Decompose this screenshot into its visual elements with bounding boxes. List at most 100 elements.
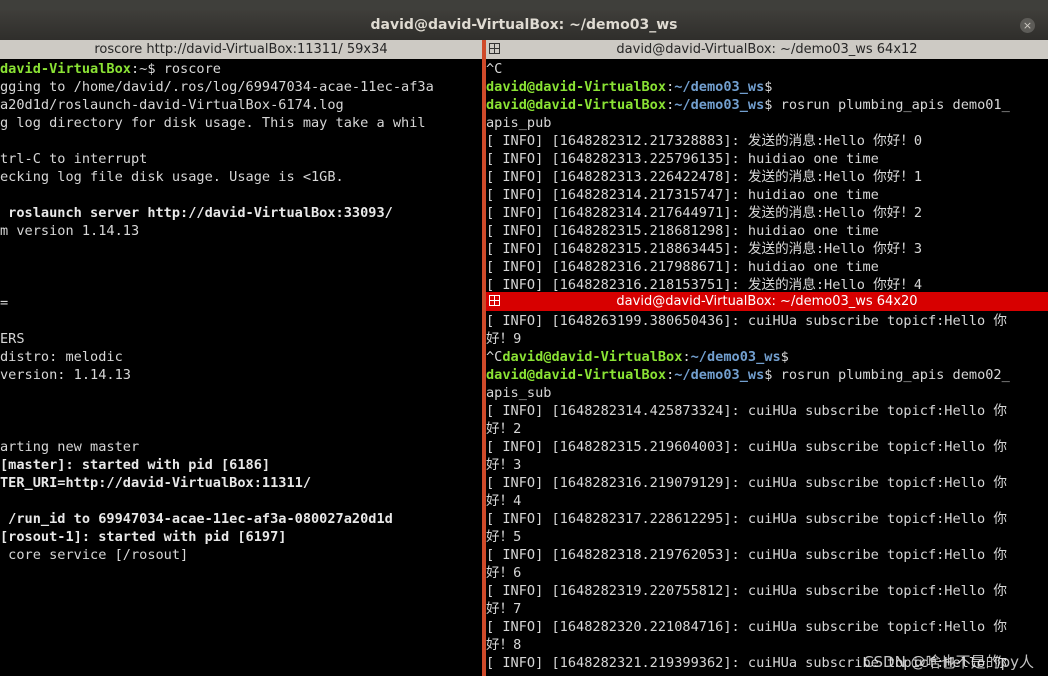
terminal-text: ecking log file disk usage. Usage is <1G… <box>0 169 344 185</box>
terminal-line: [master]: started with pid [6186] <box>0 456 270 474</box>
terminal-text: $ rosrun plumbing_apis demo01_ <box>764 97 1010 113</box>
terminal-line: 好！7 <box>486 600 521 618</box>
terminal-line: david@david-VirtualBox:~/demo03_ws$ rosr… <box>486 366 1010 384</box>
terminal-text: 好！9 <box>486 331 522 347</box>
terminal-text: ERS <box>0 331 25 347</box>
watermark: CSDN @啥也不是的py人 <box>863 653 1034 671</box>
terminal-text: 好！4 <box>486 493 522 509</box>
terminal-line: apis_pub <box>486 114 551 132</box>
terminal-text: [ INFO] [1648282314.217644971]: 发送的消息:He… <box>486 205 923 221</box>
terminal-line: [ INFO] [1648282313.225796135]: huidiao … <box>486 150 879 168</box>
split-icon[interactable] <box>489 295 500 306</box>
terminal-line: [ INFO] [1648282314.217644971]: 发送的消息:He… <box>486 204 922 222</box>
top-right-terminal[interactable]: ^C david@david-VirtualBox:~/demo03_ws$ dav… <box>486 59 1048 292</box>
terminal-text: gging to /home/david/.ros/log/69947034-a… <box>0 79 434 95</box>
terminal-text: 好！3 <box>486 457 522 473</box>
terminal-line: 好！9 <box>486 330 521 348</box>
terminal-text: $ <box>764 79 773 95</box>
terminal-line: 好！8 <box>486 636 521 654</box>
terminal-line: [ INFO] [1648282318.219762053]: cuiHUa s… <box>486 546 1007 564</box>
terminal-line: TER_URI=http://david-VirtualBox:11311/ <box>0 474 311 492</box>
terminal-text: ^C <box>486 349 503 365</box>
terminal-text: 好！2 <box>486 421 522 437</box>
terminal-text: [ INFO] [1648282315.218863445]: 发送的消息:He… <box>486 241 923 257</box>
window-title: david@david-VirtualBox: ~/demo03_ws <box>370 17 678 33</box>
terminal-text: $ <box>780 349 789 365</box>
terminal-text: ~/demo03_ws <box>674 367 765 383</box>
terminal-text: [ INFO] [1648282316.219079129]: cuiHUa s… <box>486 475 1008 491</box>
left-pane-header[interactable]: roscore http://david-VirtualBox:11311/ 5… <box>0 40 482 59</box>
terminal-line: distro: melodic <box>0 348 123 366</box>
terminal-line: [rosout-1]: started with pid [6197] <box>0 528 286 546</box>
terminal-line: [ INFO] [1648282314.217315747]: huidiao … <box>486 186 879 204</box>
terminal-text: g log directory for disk usage. This may… <box>0 115 426 131</box>
terminal-text: trl-C to interrupt <box>0 151 148 167</box>
terminal-text: david-VirtualBox <box>0 61 131 77</box>
terminal-line: [ INFO] [1648282316.219079129]: cuiHUa s… <box>486 474 1007 492</box>
terminal-line: trl-C to interrupt <box>0 150 147 168</box>
bottom-right-pane-header[interactable]: david@david-VirtualBox: ~/demo03_ws 64x2… <box>486 292 1048 311</box>
terminal-text: 好！5 <box>486 529 522 545</box>
terminal-line: 好！3 <box>486 456 521 474</box>
terminal-line: ^C <box>486 60 502 78</box>
terminal-line: david@david-VirtualBox:~/demo03_ws$ rosr… <box>486 96 1010 114</box>
terminal-text: apis_pub <box>486 115 552 131</box>
terminal-text: [ INFO] [1648263199.380650436]: cuiHUa s… <box>486 313 1008 329</box>
terminal-text: [ INFO] [1648282313.225796135]: huidiao … <box>486 151 879 167</box>
close-button[interactable]: × <box>1020 18 1035 33</box>
terminal-text: 好！8 <box>486 637 522 653</box>
terminal-text: [master]: started with pid [6186] <box>0 457 271 473</box>
terminal-text: ~/demo03_ws <box>674 97 765 113</box>
window-titlebar[interactable]: david@david-VirtualBox: ~/demo03_ws × <box>0 10 1048 40</box>
terminal-line: david@david-VirtualBox:~/demo03_ws$ <box>486 78 772 96</box>
top-right-pane-header[interactable]: david@david-VirtualBox: ~/demo03_ws 64x1… <box>486 40 1048 59</box>
terminal-text: [ INFO] [1648282316.217988671]: huidiao … <box>486 259 879 275</box>
terminal-text: david@david-VirtualBox <box>486 97 667 113</box>
left-terminal[interactable]: david-VirtualBox:~$ roscore gging to /hom… <box>0 59 482 676</box>
terminal-text: :~$ roscore <box>130 61 221 77</box>
terminal-line: 好！2 <box>486 420 521 438</box>
terminal-line: [ INFO] [1648263199.380650436]: cuiHUa s… <box>486 312 1007 330</box>
terminal-line: = <box>0 294 8 312</box>
terminal-text: $ rosrun plumbing_apis demo02_ <box>764 367 1010 383</box>
terminal-line: [ INFO] [1648282313.226422478]: 发送的消息:He… <box>486 168 922 186</box>
terminal-line: ^Cdavid@david-VirtualBox:~/demo03_ws$ <box>486 348 789 366</box>
terminal-text: [ INFO] [1648282319.220755812]: cuiHUa s… <box>486 583 1008 599</box>
terminal-line: 好！5 <box>486 528 521 546</box>
terminal-line: version: 1.14.13 <box>0 366 131 384</box>
terminal-line: [ INFO] [1648282314.425873324]: cuiHUa s… <box>486 402 1007 420</box>
terminal-text: [ INFO] [1648282312.217328883]: 发送的消息:He… <box>486 133 923 149</box>
terminal-line: [ INFO] [1648282315.219604003]: cuiHUa s… <box>486 438 1007 456</box>
terminal-line: [ INFO] [1648282315.218681298]: huidiao … <box>486 222 879 240</box>
terminal-line: david-VirtualBox:~$ roscore <box>0 60 221 78</box>
terminal-text: [ INFO] [1648282317.228612295]: cuiHUa s… <box>486 511 1008 527</box>
split-icon[interactable] <box>489 43 500 54</box>
terminal-text: core service [/rosout] <box>0 547 189 563</box>
terminal-text: version: 1.14.13 <box>0 367 131 383</box>
terminal-text: david@david-VirtualBox <box>486 79 667 95</box>
workspace-strip <box>0 0 1048 10</box>
terminal-text: TER_URI=http://david-VirtualBox:11311/ <box>0 475 311 491</box>
terminal-text: [ INFO] [1648282313.226422478]: 发送的消息:He… <box>486 169 923 185</box>
terminal-line: m version 1.14.13 <box>0 222 139 240</box>
terminal-text: distro: melodic <box>0 349 123 365</box>
bottom-right-terminal[interactable]: [ INFO] [1648263199.380650436]: cuiHUa s… <box>486 311 1048 676</box>
terminal-line: [ INFO] [1648282319.220755812]: cuiHUa s… <box>486 582 1007 600</box>
terminal-text: apis_sub <box>486 385 552 401</box>
terminal-line: roslaunch server http://david-VirtualBox… <box>0 204 393 222</box>
terminal-text: 好！6 <box>486 565 522 581</box>
terminal-line: [ INFO] [1648282315.218863445]: 发送的消息:He… <box>486 240 922 258</box>
terminal-line: 好！4 <box>486 492 521 510</box>
terminal-line: gging to /home/david/.ros/log/69947034-a… <box>0 78 434 96</box>
terminal-line: ERS <box>0 330 25 348</box>
terminal-line: apis_sub <box>486 384 551 402</box>
terminal-line: arting new master <box>0 438 139 456</box>
terminal-text: /run_id to 69947034-acae-11ec-af3a-08002… <box>0 511 393 527</box>
terminal-text: ~/demo03_ws <box>674 79 765 95</box>
terminal-line: [ INFO] [1648282317.228612295]: cuiHUa s… <box>486 510 1007 528</box>
terminal-text: [ INFO] [1648282316.218153751]: 发送的消息:He… <box>486 277 923 292</box>
terminal-text: david@david-VirtualBox <box>486 367 667 383</box>
terminal-line: 好！6 <box>486 564 521 582</box>
terminal-line: [ INFO] [1648282320.221084716]: cuiHUa s… <box>486 618 1007 636</box>
terminal-text: 好！7 <box>486 601 522 617</box>
